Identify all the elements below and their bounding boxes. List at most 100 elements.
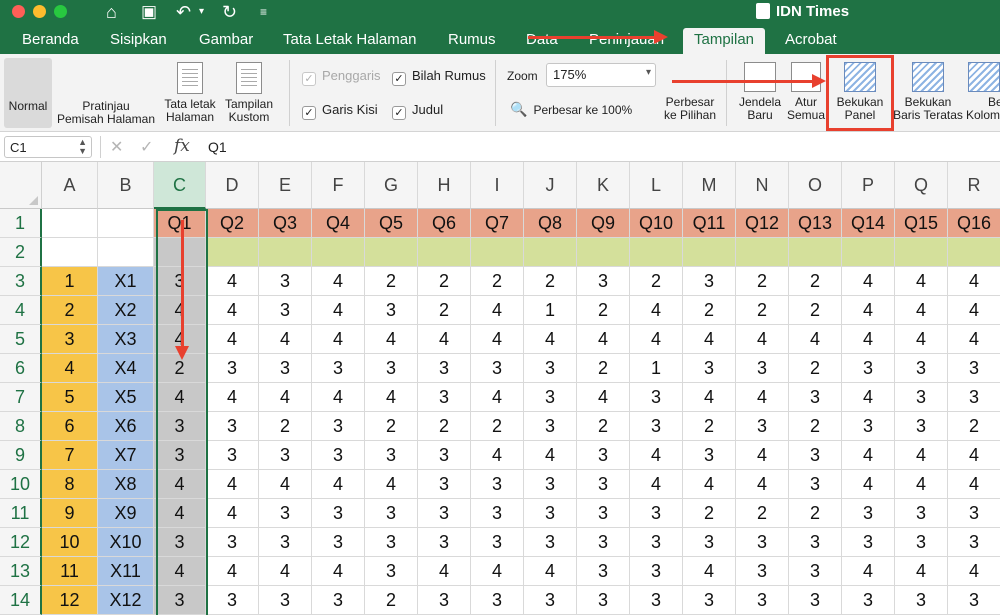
data-cell[interactable]: 4 (948, 325, 1000, 354)
data-cell[interactable]: 3 (471, 586, 524, 615)
headings-checkbox[interactable]: ✓ Judul (392, 102, 443, 120)
cell-e2[interactable] (259, 238, 312, 267)
data-cell[interactable]: 4 (471, 325, 524, 354)
data-cell[interactable]: 3 (630, 412, 683, 441)
respondent-number-cell[interactable]: 2 (42, 296, 98, 325)
column-header-o[interactable]: O (789, 162, 842, 209)
data-cell[interactable]: 4 (259, 557, 312, 586)
data-cell[interactable]: 4 (524, 557, 577, 586)
data-cell[interactable]: 3 (683, 267, 736, 296)
data-cell[interactable]: 3 (630, 586, 683, 615)
data-cell[interactable]: 4 (895, 267, 948, 296)
data-cell[interactable]: 3 (312, 441, 365, 470)
question-header[interactable]: Q15 (895, 209, 948, 238)
data-cell[interactable]: 4 (154, 296, 206, 325)
column-header-e[interactable]: E (259, 162, 312, 209)
cell-q2[interactable] (895, 238, 948, 267)
row-header-14[interactable]: 14 (0, 586, 42, 615)
respondent-number-cell[interactable]: 7 (42, 441, 98, 470)
tab-tata-letak-halaman[interactable]: Tata Letak Halaman (283, 31, 416, 48)
data-cell[interactable]: 4 (842, 470, 895, 499)
data-cell[interactable]: 3 (577, 470, 630, 499)
cell-j2[interactable] (524, 238, 577, 267)
data-cell[interactable]: 3 (895, 383, 948, 412)
data-cell[interactable]: 3 (312, 499, 365, 528)
respondent-number-cell[interactable]: 6 (42, 412, 98, 441)
data-cell[interactable]: 4 (259, 383, 312, 412)
data-cell[interactable]: 4 (312, 383, 365, 412)
tab-beranda[interactable]: Beranda (22, 31, 79, 48)
redo-icon[interactable]: ↻ (222, 1, 237, 23)
data-cell[interactable]: 3 (524, 470, 577, 499)
data-cell[interactable]: 3 (789, 557, 842, 586)
data-cell[interactable]: 2 (471, 267, 524, 296)
cell-d2[interactable] (206, 238, 259, 267)
data-cell[interactable]: 3 (736, 557, 789, 586)
respondent-id-cell[interactable]: X9 (98, 499, 154, 528)
data-cell[interactable]: 3 (471, 354, 524, 383)
row-header-7[interactable]: 7 (0, 383, 42, 412)
row-header-12[interactable]: 12 (0, 528, 42, 557)
data-cell[interactable]: 4 (842, 557, 895, 586)
data-cell[interactable]: 3 (259, 499, 312, 528)
data-cell[interactable]: 2 (683, 499, 736, 528)
data-cell[interactable]: 3 (312, 354, 365, 383)
data-cell[interactable]: 3 (948, 383, 1000, 412)
respondent-id-cell[interactable]: X1 (98, 267, 154, 296)
data-cell[interactable]: 3 (312, 586, 365, 615)
minimize-window-button[interactable] (33, 5, 46, 18)
page-break-preview-button[interactable]: Pratinjau Pemisah Halaman (55, 62, 157, 258)
data-cell[interactable]: 3 (736, 354, 789, 383)
data-cell[interactable]: 4 (259, 325, 312, 354)
tab-sisipkan[interactable]: Sisipkan (110, 31, 167, 48)
data-cell[interactable]: 2 (365, 586, 418, 615)
data-cell[interactable]: 3 (365, 296, 418, 325)
data-cell[interactable]: 3 (524, 528, 577, 557)
data-cell[interactable]: 3 (418, 586, 471, 615)
data-cell[interactable]: 3 (630, 557, 683, 586)
data-cell[interactable]: 4 (895, 296, 948, 325)
data-cell[interactable]: 2 (365, 267, 418, 296)
data-cell[interactable]: 4 (683, 557, 736, 586)
data-cell[interactable]: 4 (471, 441, 524, 470)
data-cell[interactable]: 2 (577, 354, 630, 383)
data-cell[interactable]: 4 (842, 296, 895, 325)
data-cell[interactable]: 3 (630, 499, 683, 528)
data-cell[interactable]: 2 (736, 296, 789, 325)
data-cell[interactable]: 4 (736, 441, 789, 470)
data-cell[interactable]: 2 (789, 412, 842, 441)
column-header-a[interactable]: A (42, 162, 98, 209)
data-cell[interactable]: 3 (206, 586, 259, 615)
data-cell[interactable]: 3 (206, 412, 259, 441)
data-cell[interactable]: 4 (842, 383, 895, 412)
cell-b2[interactable] (98, 238, 154, 267)
formula-bar-checkbox[interactable]: ✓ Bilah Rumus (392, 68, 486, 86)
data-cell[interactable]: 2 (683, 412, 736, 441)
data-cell[interactable]: 3 (736, 412, 789, 441)
respondent-number-cell[interactable]: 11 (42, 557, 98, 586)
cell-p2[interactable] (842, 238, 895, 267)
question-header[interactable]: Q16 (948, 209, 1000, 238)
data-cell[interactable]: 3 (895, 354, 948, 383)
data-cell[interactable]: 4 (948, 267, 1000, 296)
data-cell[interactable]: 3 (312, 528, 365, 557)
data-cell[interactable]: 2 (948, 412, 1000, 441)
data-cell[interactable]: 4 (895, 557, 948, 586)
confirm-icon[interactable]: ✓ (140, 137, 153, 157)
data-cell[interactable]: 4 (418, 557, 471, 586)
data-cell[interactable]: 4 (206, 383, 259, 412)
cell-o2[interactable] (789, 238, 842, 267)
data-cell[interactable]: 4 (312, 325, 365, 354)
save-icon[interactable]: ▣ (141, 1, 157, 23)
data-cell[interactable]: 4 (259, 470, 312, 499)
data-cell[interactable]: 4 (842, 267, 895, 296)
undo-dropdown-icon[interactable]: ▾ (199, 1, 204, 23)
data-cell[interactable]: 4 (312, 267, 365, 296)
data-cell[interactable]: 2 (789, 267, 842, 296)
data-cell[interactable]: 3 (789, 470, 842, 499)
cell-c2[interactable] (154, 238, 206, 267)
data-cell[interactable]: 4 (206, 499, 259, 528)
data-cell[interactable]: 2 (577, 412, 630, 441)
data-cell[interactable]: 3 (206, 354, 259, 383)
row-header-4[interactable]: 4 (0, 296, 42, 325)
